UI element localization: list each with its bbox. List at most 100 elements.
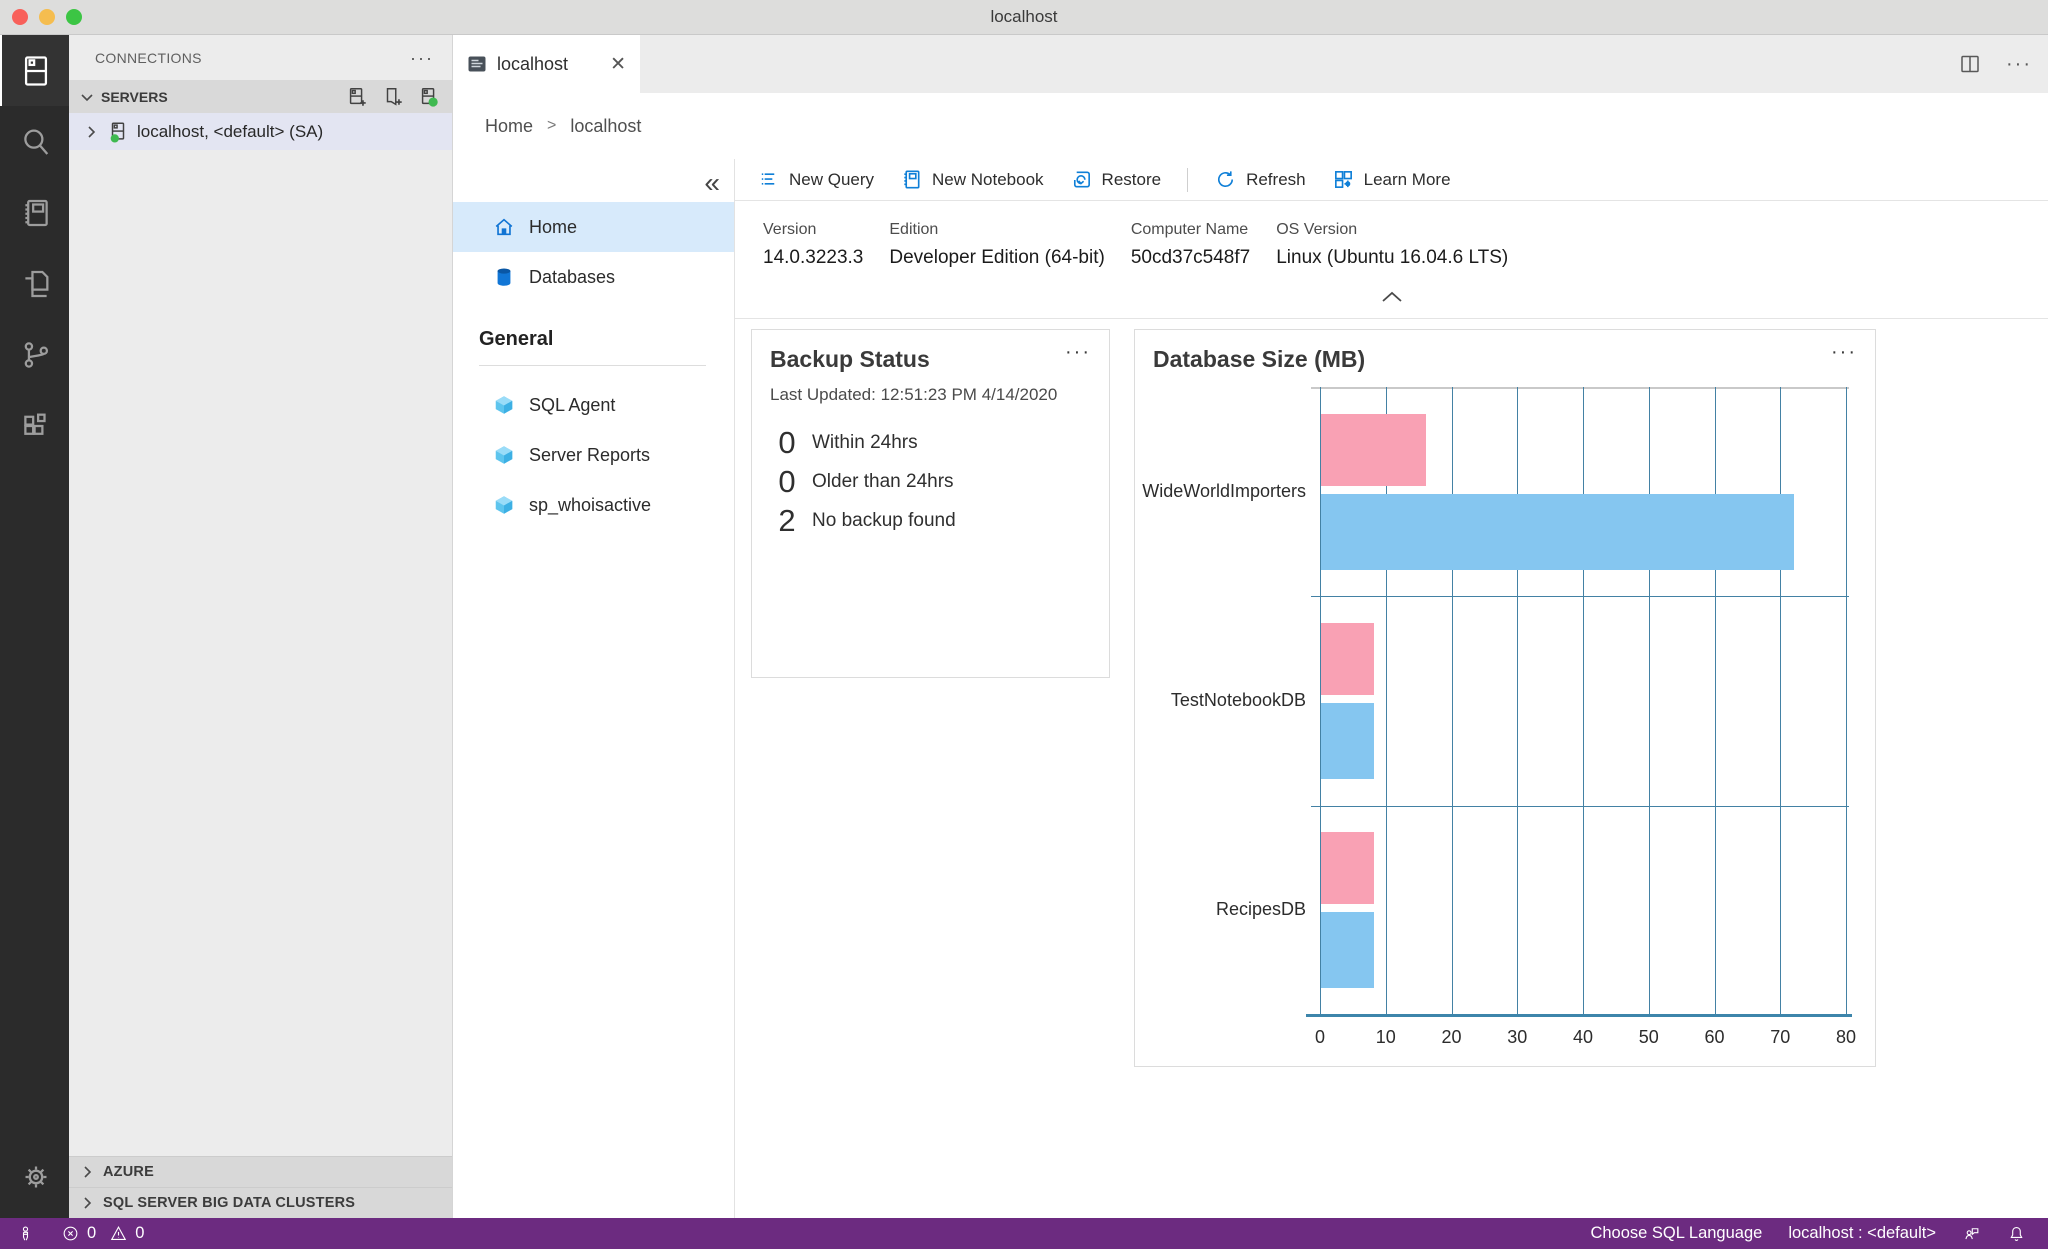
backup-status-row: 0Older than 24hrs <box>776 464 1091 500</box>
x-tick-label: 0 <box>1290 1027 1350 1048</box>
extensions-icon[interactable] <box>0 390 69 461</box>
backup-status-row: 2 No backup found <box>776 503 1091 539</box>
chevron-down-icon <box>79 89 95 105</box>
toolbar-learn-more-button[interactable]: Learn More <box>1332 168 1451 191</box>
connections-icon[interactable] <box>0 35 69 106</box>
property-value: 14.0.3223.3 <box>763 247 863 269</box>
problems-indicator[interactable]: 0 0 <box>61 1218 144 1249</box>
sidebar-more-actions-icon[interactable]: ··· <box>410 53 434 63</box>
active-connections-icon[interactable] <box>418 86 440 108</box>
dbsize-widget-more-icon[interactable]: ··· <box>1831 346 1857 358</box>
chart-gridline <box>1583 387 1584 1015</box>
new-connection-icon[interactable] <box>346 86 368 108</box>
new-server-group-icon[interactable] <box>382 86 404 108</box>
nav-item-label: Server Reports <box>529 445 650 466</box>
warning-count: 0 <box>135 1224 144 1243</box>
breadcrumb-separator: > <box>547 117 556 135</box>
server-properties: Version14.0.3223.3 Edition Developer Editi… <box>735 201 2048 319</box>
chart-bar <box>1321 494 1794 570</box>
dashboard-tab-icon <box>467 54 487 74</box>
nav-item-label: SQL Agent <box>529 395 615 416</box>
backup-widget-more-icon[interactable]: ··· <box>1065 346 1091 358</box>
tab-bar: localhost ✕ ··· <box>453 35 2048 93</box>
property-value: Linux (Ubuntu 16.04.6 LTS) <box>1276 247 1508 269</box>
property-value: Developer Edition (64-bit) <box>889 247 1104 269</box>
x-tick-label: 50 <box>1619 1027 1679 1048</box>
tab-close-icon[interactable]: ✕ <box>610 53 626 76</box>
nav-item-server-reports[interactable]: Server Reports <box>453 430 734 480</box>
backup-count: 2 <box>776 503 798 539</box>
main-shell: CONNECTIONS ··· SERVERS localhost, <defa… <box>0 35 2048 1218</box>
nav-item-sql-agent[interactable]: SQL Agent <box>453 380 734 430</box>
nav-item-databases[interactable]: Databases <box>453 252 734 302</box>
backup-last-updated: Last Updated: 12:51:23 PM 4/14/2020 <box>752 373 1109 405</box>
chevron-right-icon <box>79 1164 95 1180</box>
error-icon <box>61 1224 80 1243</box>
x-tick-label: 40 <box>1553 1027 1613 1048</box>
status-bar: 0 0 Choose SQL Language localhost : <def… <box>0 1218 2048 1249</box>
maximize-window-button[interactable] <box>66 9 82 25</box>
window-title: localhost <box>990 7 1057 27</box>
backup-label: Older than 24hrs <box>812 471 954 493</box>
connection-status-button[interactable]: localhost : <default> <box>1788 1224 1936 1243</box>
editor-more-actions-icon[interactable]: ··· <box>2006 59 2032 69</box>
traffic-lights <box>12 0 82 34</box>
x-tick-label: 70 <box>1750 1027 1810 1048</box>
chart-bar <box>1321 703 1374 779</box>
explorer-icon[interactable] <box>0 248 69 319</box>
sidebar-section-label: SQL SERVER BIG DATA CLUSTERS <box>103 1195 355 1211</box>
accessibility-person-icon[interactable] <box>16 1218 35 1249</box>
backup-count: 0 <box>776 425 798 461</box>
minimize-window-button[interactable] <box>39 9 55 25</box>
chart-gridline <box>1780 387 1781 1015</box>
chart-x-axis <box>1306 1014 1852 1017</box>
close-window-button[interactable] <box>12 9 28 25</box>
activity-bar <box>0 35 69 1218</box>
chart-category-label: WideWorldImporters <box>1124 481 1306 502</box>
sidebar-section-big-data-clusters[interactable]: SQL SERVER BIG DATA CLUSTERS <box>69 1187 452 1218</box>
breadcrumb-item[interactable]: localhost <box>570 116 641 137</box>
x-tick-label: 30 <box>1487 1027 1547 1048</box>
backup-label: Within 24hrs <box>812 432 918 454</box>
source-control-icon[interactable] <box>0 319 69 390</box>
chart-bar <box>1321 912 1374 988</box>
split-editor-icon[interactable] <box>1958 52 1982 76</box>
breadcrumb-item[interactable]: Home <box>485 116 533 137</box>
dashboard-content: New Query New Notebook Restore Refresh Learn… <box>735 159 2048 1218</box>
error-count: 0 <box>87 1224 96 1243</box>
servers-section-label: SERVERS <box>101 89 340 105</box>
notebooks-icon[interactable] <box>0 177 69 248</box>
property-label: Edition <box>889 221 1104 239</box>
server-tree-item-label: localhost, <default> (SA) <box>137 122 323 142</box>
tab-localhost[interactable]: localhost ✕ <box>453 35 640 93</box>
x-tick-label: 10 <box>1356 1027 1416 1048</box>
backup-label: No backup found <box>812 510 956 532</box>
database-size-widget: Database Size (MB) ··· 01020304050607080… <box>1134 329 1876 1067</box>
sidebar-header: CONNECTIONS ··· <box>69 35 452 80</box>
chevron-right-icon[interactable] <box>83 124 99 140</box>
nav-item-home[interactable]: Home <box>453 202 734 252</box>
server-property: Version14.0.3223.3 <box>763 221 863 269</box>
settings-gear-icon[interactable] <box>0 1141 69 1212</box>
language-mode-button[interactable]: Choose SQL Language <box>1590 1224 1762 1243</box>
server-tree-item-localhost[interactable]: localhost, <default> (SA) <box>69 113 452 150</box>
chart-category-label: RecipesDB <box>1124 899 1306 920</box>
feedback-icon[interactable] <box>1962 1218 1981 1249</box>
notifications-bell-icon[interactable] <box>2007 1218 2026 1249</box>
editor-area: localhost ✕ ··· Home > localhost « Home Dat… <box>453 35 2048 1218</box>
search-icon[interactable] <box>0 106 69 177</box>
toolbar-restore-button[interactable]: Restore <box>1070 168 1162 191</box>
collapse-properties-button[interactable] <box>1379 289 1405 310</box>
toolbar-new-notebook-button[interactable]: New Notebook <box>900 168 1044 191</box>
sidebar-section-azure[interactable]: AZURE <box>69 1156 452 1187</box>
toolbar-refresh-button[interactable]: Refresh <box>1214 168 1306 191</box>
toolbar-new-query-button[interactable]: New Query <box>757 168 874 191</box>
nav-item-sp-whoisactive[interactable]: sp_whoisactive <box>453 480 734 530</box>
collapse-nav-icon[interactable]: « <box>704 167 720 199</box>
nav-item-label: Databases <box>529 267 615 288</box>
server-property: Edition Developer Edition (64-bit) <box>889 221 1104 269</box>
dashboard-nav-panel: « HomeDatabases General SQL AgentServer … <box>453 159 735 1218</box>
servers-section-header[interactable]: SERVERS <box>69 80 452 113</box>
chart-gridline <box>1649 387 1650 1015</box>
nav-item-label: Home <box>529 217 577 238</box>
